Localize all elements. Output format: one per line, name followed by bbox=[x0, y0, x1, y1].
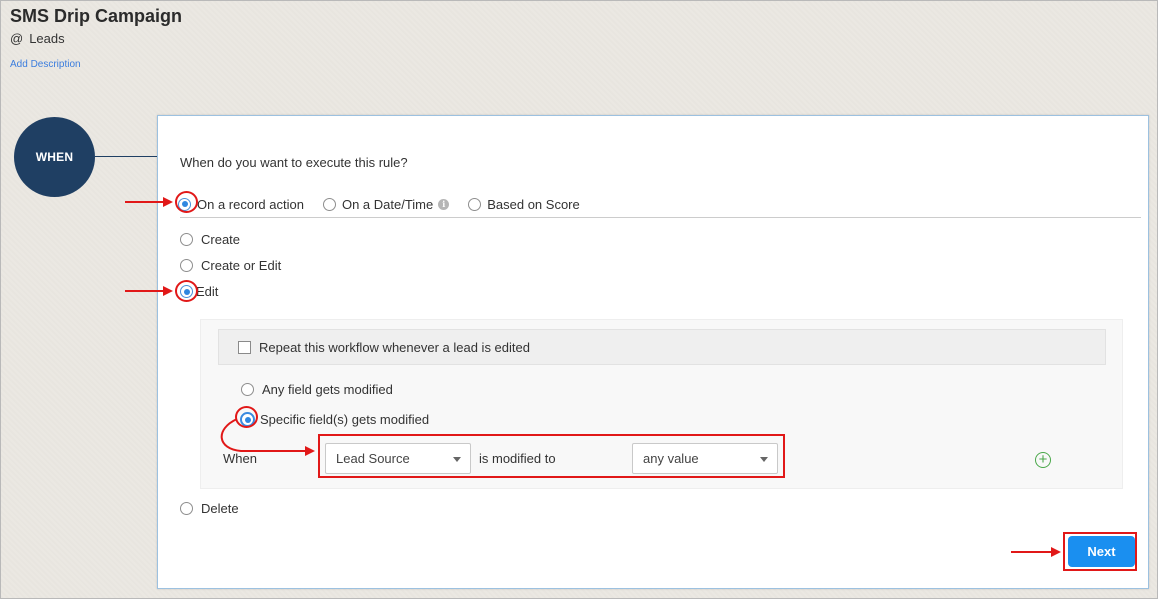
rule-panel: When do you want to execute this rule? O… bbox=[157, 115, 1149, 589]
info-icon[interactable]: i bbox=[438, 198, 450, 210]
module-name: Leads bbox=[29, 31, 65, 46]
any-field-radio[interactable] bbox=[241, 383, 254, 396]
when-stage-label: WHEN bbox=[35, 150, 74, 164]
stage-connector bbox=[95, 156, 158, 157]
trigger-based-on-score[interactable]: Based on Score bbox=[468, 197, 580, 212]
page-title: SMS Drip Campaign bbox=[10, 6, 183, 26]
value-select-value: any value bbox=[643, 451, 699, 466]
repeat-workflow-bar: Repeat this workflow whenever a lead is … bbox=[218, 329, 1106, 365]
field-select-value: Lead Source bbox=[336, 451, 410, 466]
delete-label: Delete bbox=[201, 501, 239, 516]
create-label: Create bbox=[201, 232, 241, 247]
specific-fields-label: Specific field(s) gets modified bbox=[260, 412, 430, 427]
specific-fields-option[interactable]: Specific field(s) gets modified bbox=[240, 412, 429, 427]
edit-options-box: Repeat this workflow whenever a lead is … bbox=[200, 319, 1123, 489]
operator-text: is modified to bbox=[479, 451, 556, 466]
action-create[interactable]: Create bbox=[180, 232, 240, 247]
repeat-workflow-label: Repeat this workflow whenever a lead is … bbox=[259, 339, 530, 355]
based-on-score-radio[interactable] bbox=[468, 197, 482, 211]
edit-label: Edit bbox=[196, 284, 219, 299]
add-description-link[interactable]: Add Description bbox=[10, 59, 81, 70]
any-field-label: Any field gets modified bbox=[262, 382, 393, 397]
chevron-down-icon bbox=[453, 457, 461, 462]
chevron-down-icon bbox=[760, 457, 768, 462]
edit-radio[interactable] bbox=[180, 285, 193, 298]
any-field-option[interactable]: Any field gets modified bbox=[241, 382, 393, 397]
value-select[interactable]: any value bbox=[632, 443, 778, 474]
trigger-type-group: On a record action On a Date/Time i Base… bbox=[178, 194, 599, 214]
specific-fields-radio[interactable] bbox=[240, 412, 255, 427]
create-radio[interactable] bbox=[180, 233, 193, 246]
divider bbox=[180, 217, 1141, 218]
repeat-workflow-checkbox[interactable] bbox=[238, 340, 251, 354]
action-create-or-edit[interactable]: Create or Edit bbox=[180, 258, 281, 273]
delete-radio[interactable] bbox=[180, 502, 193, 515]
record-action-radio[interactable] bbox=[178, 197, 191, 211]
screen: SMS Drip Campaign @ Leads Add Description… bbox=[0, 0, 1158, 599]
date-time-radio[interactable] bbox=[322, 197, 336, 211]
module-label: @ Leads bbox=[10, 31, 65, 46]
when-stage-circle: WHEN bbox=[14, 117, 95, 197]
field-select[interactable]: Lead Source bbox=[325, 443, 471, 474]
based-on-score-label: Based on Score bbox=[487, 196, 580, 212]
at-icon: @ bbox=[10, 31, 24, 46]
action-edit[interactable]: Edit bbox=[180, 284, 218, 299]
date-time-label: On a Date/Time bbox=[341, 196, 434, 212]
rule-question: When do you want to execute this rule? bbox=[180, 155, 408, 170]
trigger-record-action[interactable]: On a record action bbox=[178, 197, 304, 212]
create-or-edit-label: Create or Edit bbox=[201, 258, 282, 273]
add-condition-icon[interactable]: + bbox=[1035, 452, 1051, 468]
condition-when-label: When bbox=[223, 451, 257, 466]
next-button[interactable]: Next bbox=[1068, 536, 1135, 567]
action-delete[interactable]: Delete bbox=[180, 501, 239, 516]
record-action-label: On a record action bbox=[197, 196, 304, 212]
trigger-date-time[interactable]: On a Date/Time i bbox=[322, 196, 450, 212]
create-or-edit-radio[interactable] bbox=[180, 259, 193, 272]
